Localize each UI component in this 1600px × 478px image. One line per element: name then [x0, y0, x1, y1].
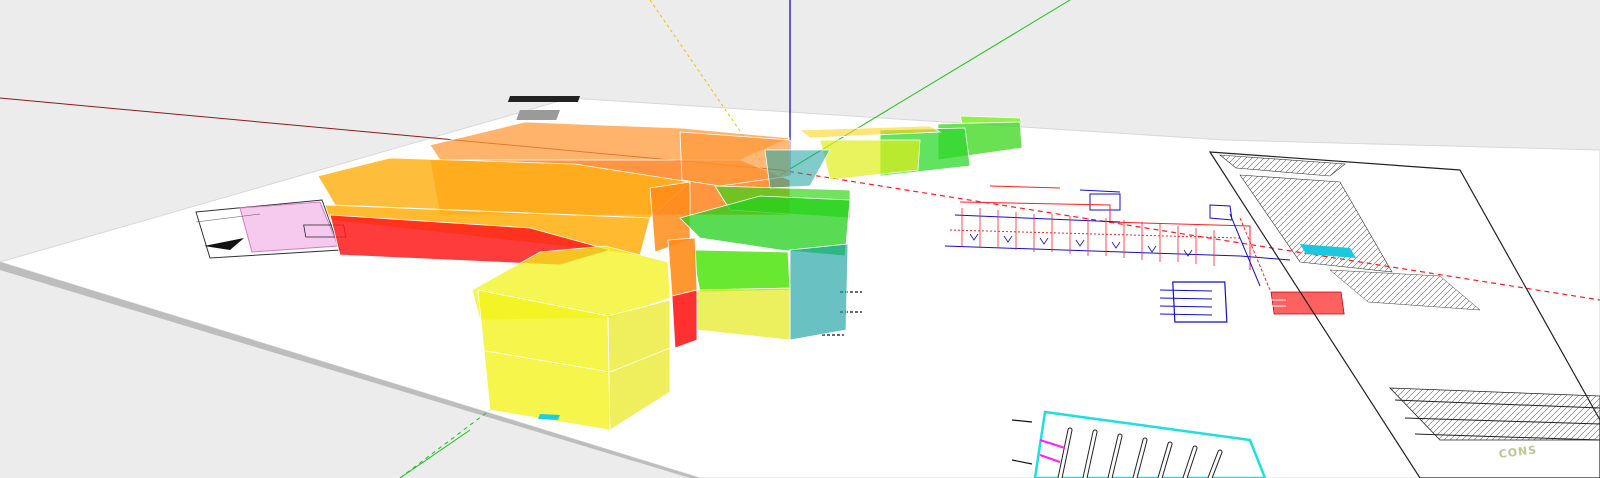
- block-orange-link[interactable]: [667, 237, 698, 297]
- model-scene[interactable]: [0, 0, 1600, 478]
- entry-marker[interactable]: [538, 414, 560, 420]
- block-red-link[interactable]: [671, 289, 698, 349]
- green-axis-dashed: [399, 409, 491, 478]
- block-lime-main[interactable]: [691, 249, 791, 293]
- block-teal-side[interactable]: [789, 243, 849, 341]
- 3d-viewport[interactable]: CONS: [0, 0, 1600, 478]
- green-axis-lower: [399, 429, 471, 478]
